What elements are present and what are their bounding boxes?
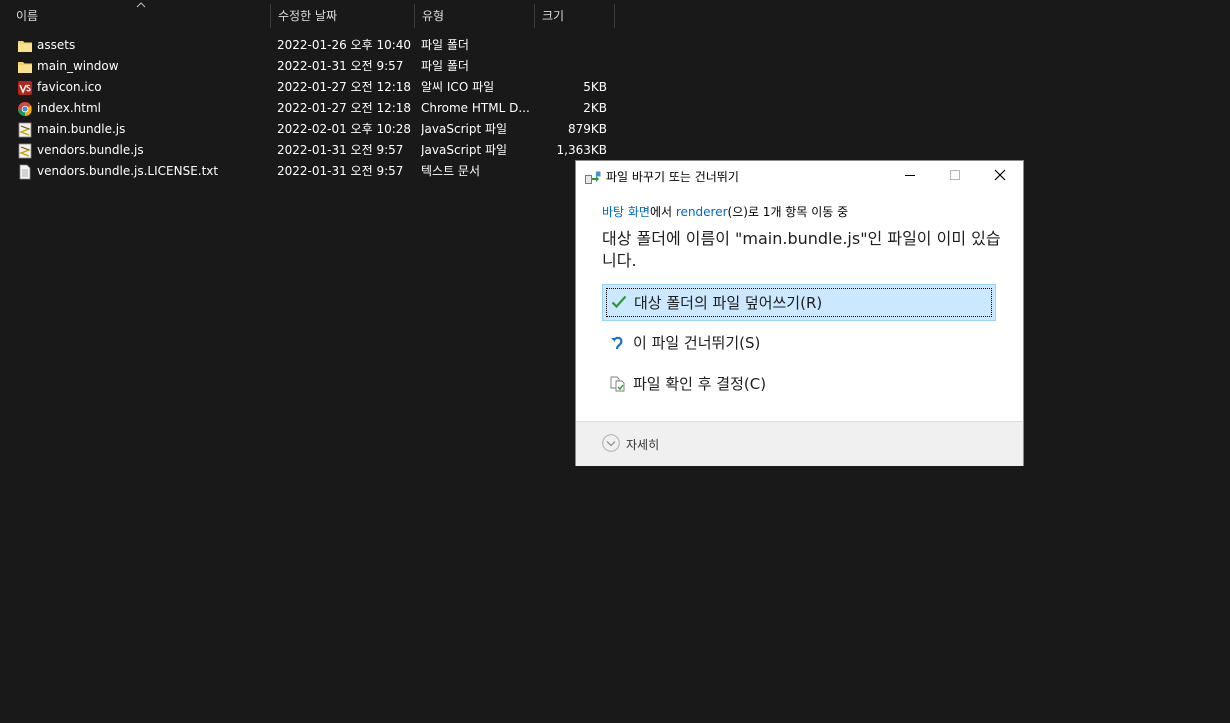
compare-files-icon (610, 376, 625, 392)
file-type: 파일 폴더 (421, 38, 469, 52)
file-date: 2022-01-26 오후 10:40 (277, 38, 412, 52)
file-row-main-bundle-js[interactable]: main.bundle.js 2022-02-01 오후 10:28 JavaS… (0, 119, 620, 140)
file-row-favicon[interactable]: favicon.ico 2022-01-27 오전 12:18 알씨 ICO 파… (0, 77, 620, 98)
file-row-vendors-bundle-js[interactable]: vendors.bundle.js 2022-01-31 오전 9:57 Jav… (0, 140, 620, 161)
chrome-icon (17, 102, 32, 117)
dialog-title: 파일 바꾸기 또는 건너뛰기 (606, 170, 739, 184)
ico-file-icon (18, 81, 32, 95)
file-type: 텍스트 문서 (421, 164, 481, 178)
file-date: 2022-01-27 오전 12:18 (277, 101, 412, 115)
column-type[interactable]: 유형 (414, 0, 534, 30)
file-row-index-html[interactable]: index.html 2022-01-27 오전 12:18 Chrome HT… (0, 98, 620, 119)
file-row-assets[interactable]: assets 2022-01-26 오후 10:40 파일 폴더 (0, 35, 620, 56)
file-type: Chrome HTML D... (421, 101, 529, 115)
file-date: 2022-01-31 오전 9:57 (277, 143, 404, 157)
file-size: 2KB (583, 101, 607, 115)
replace-file-label: 대상 폴더의 파일 덮어쓰기(R) (634, 294, 823, 312)
compare-files-label: 파일 확인 후 결정(C) (633, 375, 767, 393)
replace-or-skip-dialog: 파일 바꾸기 또는 건너뛰기 바탕 화면에서 renderer(으)로 1개 항… (576, 161, 1023, 466)
source-folder-link[interactable]: 바탕 화면 (602, 205, 650, 219)
status-text-part: (으)로 1개 항목 이동 중 (727, 205, 849, 219)
file-date: 2022-01-31 오전 9:57 (277, 59, 404, 73)
file-name: favicon.ico (37, 80, 102, 94)
file-type: JavaScript 파일 (421, 122, 508, 136)
file-size: 879KB (567, 122, 607, 136)
file-date: 2022-01-31 오전 9:57 (277, 164, 404, 178)
destination-folder-link[interactable]: renderer (676, 205, 728, 219)
minimize-button[interactable] (887, 161, 932, 189)
conflict-message: 대상 폴더에 이름이 "main.bundle.js"인 파일이 이미 있습니다… (602, 229, 1001, 270)
skip-arrow-icon (611, 336, 623, 350)
column-divider[interactable] (614, 4, 615, 28)
file-name: vendors.bundle.js (37, 143, 144, 157)
file-date: 2022-01-27 오전 12:18 (277, 80, 412, 94)
file-type: 알씨 ICO 파일 (421, 80, 495, 94)
file-name: index.html (37, 101, 101, 115)
file-type: 파일 폴더 (421, 59, 469, 73)
column-name[interactable]: 이름 (8, 0, 270, 30)
close-button[interactable] (977, 161, 1022, 189)
skip-file-label: 이 파일 건너뛰기(S) (633, 334, 761, 352)
file-size: 5KB (583, 80, 607, 94)
file-date: 2022-02-01 오후 10:28 (277, 122, 412, 136)
move-status-text: 바탕 화면에서 renderer(으)로 1개 항목 이동 중 (602, 203, 848, 220)
file-row-license-txt[interactable]: vendors.bundle.js.LICENSE.txt 2022-01-31… (0, 161, 620, 182)
checkmark-icon (611, 295, 627, 309)
dialog-footer: 자세히 (576, 421, 1023, 466)
file-name: vendors.bundle.js.LICENSE.txt (37, 164, 219, 178)
file-row-main-window[interactable]: main_window 2022-01-31 오전 9:57 파일 폴더 (0, 56, 620, 77)
status-text-part: 에서 (649, 205, 676, 219)
chevron-down-icon[interactable] (602, 434, 620, 452)
column-size[interactable]: 크기 (534, 0, 614, 30)
js-file-icon (18, 143, 32, 159)
maximize-button[interactable] (932, 161, 977, 189)
folder-icon (18, 62, 32, 73)
file-name: main_window (37, 59, 119, 73)
close-icon (994, 169, 1005, 181)
column-date[interactable]: 수정한 날짜 (270, 0, 414, 30)
column-header: 이름 수정한 날짜 유형 크기 (0, 0, 1230, 30)
js-file-icon (18, 122, 32, 138)
text-file-icon (19, 164, 31, 180)
file-name: main.bundle.js (37, 122, 126, 136)
folder-icon (18, 41, 32, 52)
more-details-button[interactable]: 자세히 (626, 436, 659, 453)
replace-file-option[interactable]: 대상 폴더의 파일 덮어쓰기(R) (602, 284, 996, 321)
file-name: assets (37, 38, 76, 52)
maximize-icon (949, 170, 960, 180)
skip-file-option[interactable]: 이 파일 건너뛰기(S) (602, 325, 996, 362)
file-move-icon (585, 171, 601, 184)
minimize-icon (904, 175, 915, 176)
file-size: 1,363KB (556, 143, 607, 157)
file-type: JavaScript 파일 (421, 143, 508, 157)
compare-files-option[interactable]: 파일 확인 후 결정(C) (602, 366, 996, 403)
